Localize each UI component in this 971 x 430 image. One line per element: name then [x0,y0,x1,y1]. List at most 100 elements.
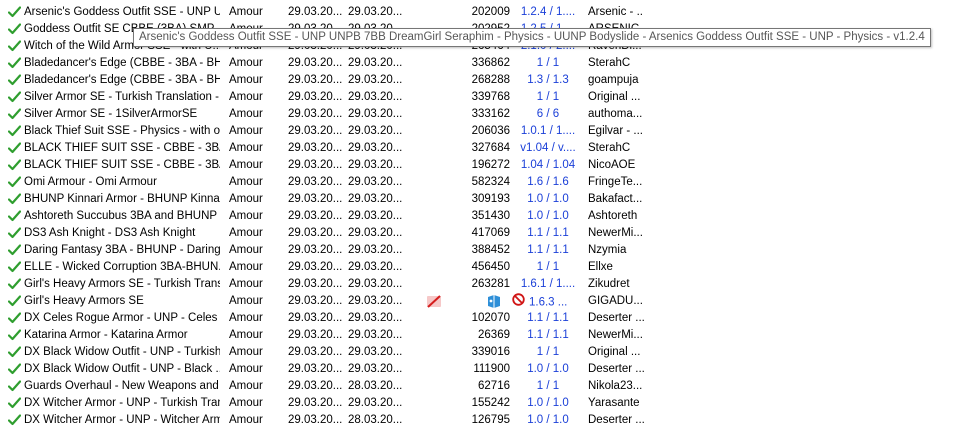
checkmark-icon[interactable] [8,174,22,191]
mod-category: Amour [229,278,263,290]
mod-name: DX Witcher Armor - UNP - Turkish Tran... [24,397,220,409]
mod-name: Katarina Armor - Katarina Armor [24,329,188,341]
mod-name: DX Witcher Armor - UNP - Witcher Arm... [24,414,220,426]
mod-version: 1.1 / 1.1 [527,244,569,256]
checkmark-icon[interactable] [8,21,22,38]
mod-installed-date: 29.03.20... [288,363,343,375]
mod-download-date: 29.03.20... [348,74,403,86]
mod-name: Guards Overhaul - New Weapons and ... [24,380,220,392]
mod-installed-date: 29.03.20... [288,176,343,188]
mod-category: Amour [229,6,263,18]
mod-download-date: 29.03.20... [348,397,403,409]
table-row[interactable]: DX Black Widow Outfit - UNP - Black ... A… [0,361,971,378]
mod-download-date: 29.03.20... [348,227,403,239]
mod-installed-date: 29.03.20... [288,312,343,324]
mod-author: SterahC [588,142,631,154]
mod-category: Amour [229,244,263,256]
checkmark-icon[interactable] [8,123,22,140]
table-row[interactable]: DX Celes Rogue Armor - UNP - Celes ... Am… [0,310,971,327]
table-row[interactable]: Silver Armor SE - Turkish Translation - … [0,89,971,106]
checkmark-icon[interactable] [8,395,22,412]
checkmark-icon[interactable] [8,310,22,327]
mod-name: Ashtoreth Succubus 3BA and BHUNP ... [24,210,220,222]
table-row[interactable]: Girl's Heavy Armors SE Amour 29.03.20... 29… [0,293,971,310]
checkmark-icon[interactable] [8,293,22,310]
mod-version: 1 / 1 [536,380,560,392]
table-row[interactable]: Daring Fantasy 3BA - BHUNP - Daring ... A… [0,242,971,259]
prohibited-icon [512,293,525,310]
mod-download-date: 29.03.20... [348,6,403,18]
table-row[interactable]: Omi Armour - Omi Armour Amour 29.03.20... 2… [0,174,971,191]
info-book-icon[interactable] [484,293,504,310]
checkmark-icon[interactable] [8,106,22,123]
mod-installed-date: 29.03.20... [288,397,343,409]
table-row[interactable]: DX Black Widow Outfit - UNP - Turkish...… [0,344,971,361]
mod-download-date: 29.03.20... [348,244,403,256]
table-row[interactable]: Girl's Heavy Armors SE - Turkish Transl.… [0,276,971,293]
checkmark-icon[interactable] [8,72,22,89]
mod-nexus-id: 202009 [471,6,510,18]
mod-installed-date: 29.03.20... [288,244,343,256]
mod-download-date: 29.03.20... [348,125,403,137]
table-row[interactable]: Guards Overhaul - New Weapons and ... Amo… [0,378,971,395]
mod-installed-date: 29.03.20... [288,142,343,154]
mod-installed-date: 29.03.20... [288,295,343,307]
table-row[interactable]: BHUNP Kinnari Armor - BHUNP Kinnari... Am… [0,191,971,208]
checkmark-icon[interactable] [8,4,22,21]
mod-installed-date: 29.03.20... [288,74,343,86]
table-row[interactable]: DX Witcher Armor - UNP - Witcher Arm... A… [0,412,971,429]
checkmark-icon[interactable] [8,89,22,106]
table-row[interactable]: Black Thief Suit SSE - Physics - with o.… [0,123,971,140]
mod-author: authoma... [588,108,643,120]
mod-name: Omi Armour - Omi Armour [24,176,157,188]
checkmark-icon[interactable] [8,208,22,225]
mod-nexus-id: 206036 [471,125,510,137]
table-row[interactable]: BLACK THIEF SUIT SSE - CBBE - 3BA... Amou… [0,157,971,174]
checkmark-icon[interactable] [8,276,22,293]
mod-version: 1 / 1 [536,91,560,103]
table-row[interactable]: DX Witcher Armor - UNP - Turkish Tran...… [0,395,971,412]
checkmark-icon[interactable] [8,259,22,276]
table-row[interactable]: Arsenic's Goddess Outfit SSE - UNP U... A… [0,4,971,21]
mod-version: 1.3 / 1.3 [527,74,569,86]
no-endorse-icon[interactable] [418,293,448,310]
table-row[interactable]: Katarina Armor - Katarina Armor Amour 29.0… [0,327,971,344]
checkmark-icon[interactable] [8,38,22,55]
table-row[interactable]: Bladedancer's Edge (CBBE - 3BA - BH... Am… [0,72,971,89]
checkmark-icon[interactable] [8,157,22,174]
mod-author: GIGADU... [588,295,643,307]
mod-version: 1.0 / 1.0 [527,397,569,409]
checkmark-icon[interactable] [8,191,22,208]
checkmark-icon[interactable] [8,327,22,344]
table-row[interactable]: Bladedancer's Edge (CBBE - 3BA - BH... Am… [0,55,971,72]
checkmark-icon[interactable] [8,378,22,395]
checkmark-icon[interactable] [8,412,22,429]
mod-author: Nzymia [588,244,627,256]
mod-category: Amour [229,363,263,375]
mod-nexus-id: 336862 [471,57,510,69]
mod-installed-date: 29.03.20... [288,380,343,392]
mod-name: DS3 Ash Knight - DS3 Ash Knight [24,227,196,239]
checkmark-icon[interactable] [8,361,22,378]
table-row[interactable]: ELLE - Wicked Corruption 3BA-BHUN... Amou… [0,259,971,276]
checkmark-icon[interactable] [8,140,22,157]
mod-nexus-id: 351430 [471,210,510,222]
mod-category: Amour [229,227,263,239]
mod-installed-date: 29.03.20... [288,125,343,137]
mod-nexus-id: 155242 [471,397,510,409]
checkmark-icon[interactable] [8,242,22,259]
table-row[interactable]: Silver Armor SE - 1SilverArmorSE Amour 29.… [0,106,971,123]
mod-author: NewerMi... [588,329,643,341]
mod-list-table: Arsenic's Goddess Outfit SSE - UNP U... A… [0,4,971,429]
mod-author: Original ... [588,91,641,103]
checkmark-icon[interactable] [8,55,22,72]
mod-author: NicoAOE [588,159,636,171]
checkmark-icon[interactable] [8,225,22,242]
table-row[interactable]: DS3 Ash Knight - DS3 Ash Knight Amour 29.0… [0,225,971,242]
table-row[interactable]: Ashtoreth Succubus 3BA and BHUNP ... Amou… [0,208,971,225]
mod-category: Amour [229,346,263,358]
checkmark-icon[interactable] [8,344,22,361]
mod-author: Egilvar - ... [588,125,643,137]
mod-version: 1.0 / 1.0 [527,414,569,426]
table-row[interactable]: BLACK THIEF SUIT SSE - CBBE - 3BA... Amou… [0,140,971,157]
